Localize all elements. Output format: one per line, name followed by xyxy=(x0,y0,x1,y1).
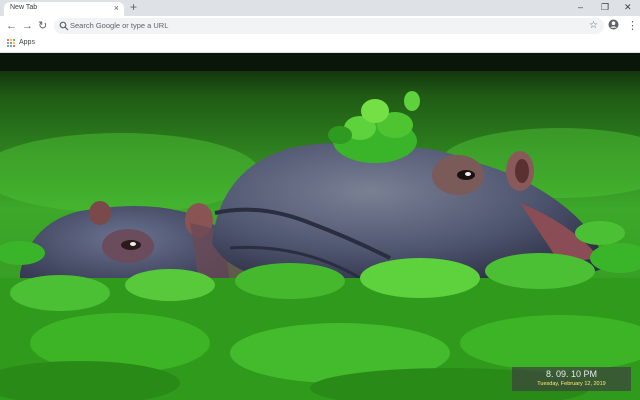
close-tab-icon[interactable]: × xyxy=(114,3,119,13)
apps-shortcut[interactable]: Apps xyxy=(19,39,35,46)
back-arrow-icon[interactable]: ← xyxy=(6,19,17,33)
maximize-icon[interactable]: ❐ xyxy=(601,1,609,13)
forward-arrow-icon[interactable]: → xyxy=(22,19,33,33)
omnibox[interactable]: Search Google or type a URL ☆ xyxy=(54,18,604,34)
tab-strip: New Tab × + – ❐ ✕ xyxy=(0,0,640,16)
minimize-icon[interactable]: – xyxy=(578,1,583,13)
reload-icon[interactable]: ↻ xyxy=(38,19,47,33)
clock-time: 8. 09. 10 PM xyxy=(545,369,598,379)
search-input[interactable]: Search Google or type a URL xyxy=(70,21,168,30)
window-close-icon[interactable]: ✕ xyxy=(624,1,632,13)
bookmarks-bar: Apps xyxy=(0,36,640,53)
menu-icon[interactable]: ⋮ xyxy=(627,19,638,33)
apps-grid-icon[interactable] xyxy=(7,39,16,48)
search-icon xyxy=(59,21,69,31)
tab-new-tab[interactable]: New Tab × xyxy=(4,2,124,16)
clock-date: Tuesday, February 12, 2019 xyxy=(537,381,606,387)
bookmark-star-icon[interactable]: ☆ xyxy=(589,19,598,33)
clock-widget: 8. 09. 10 PM Tuesday, February 12, 2019 xyxy=(512,367,631,391)
browser-toolbar: ← → ↻ Search Google or type a URL ☆ ⋮ xyxy=(0,16,640,36)
new-tab-button[interactable]: + xyxy=(130,1,137,14)
tab-title: New Tab xyxy=(10,4,38,11)
background-wallpaper xyxy=(0,53,640,400)
profile-avatar-icon[interactable] xyxy=(608,19,619,30)
